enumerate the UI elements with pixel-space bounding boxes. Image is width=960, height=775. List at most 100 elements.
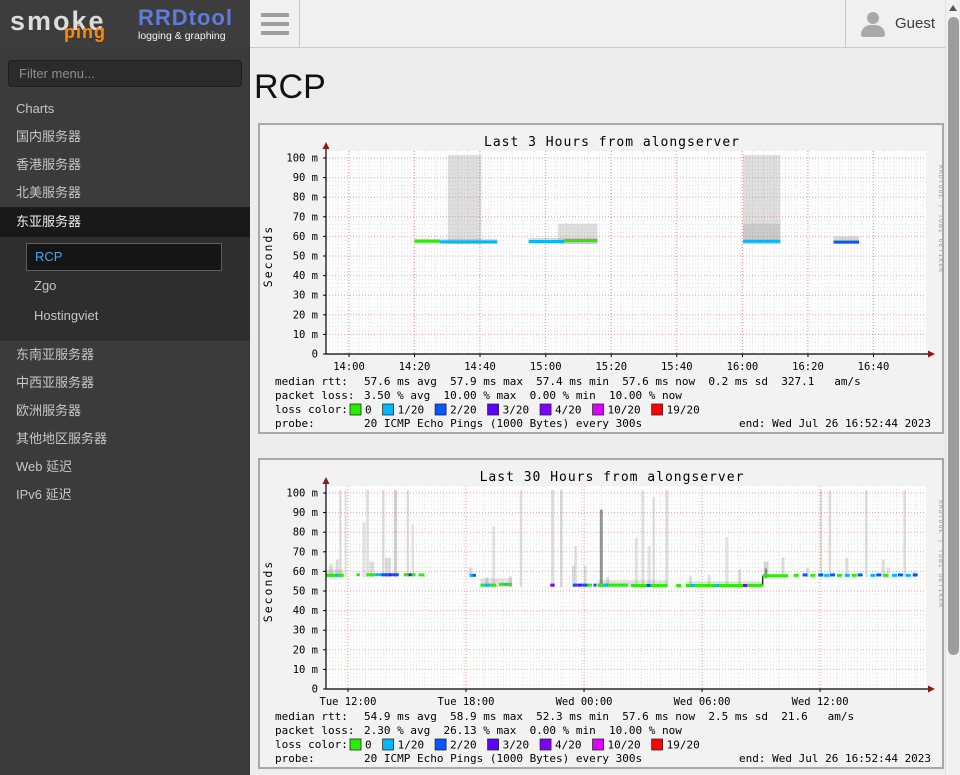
svg-text:probe:: probe: (275, 417, 315, 430)
svg-text:80 m: 80 m (293, 527, 318, 539)
latency-graph-30h[interactable]: 010 m20 m30 m40 m50 m60 m70 m80 m90 m100… (260, 460, 942, 767)
svg-text:4/20: 4/20 (555, 739, 582, 752)
svg-text:57.6 ms avg 57.9 ms max 57.4: 57.6 ms avg 57.9 ms max 57.4 ms min 57.6… (364, 375, 861, 388)
scroll-up-button[interactable] (946, 0, 960, 15)
svg-text:10/20: 10/20 (608, 739, 641, 752)
user-label: Guest (895, 15, 935, 32)
smokeping-logo[interactable]: smoke ping (10, 0, 128, 48)
submenu-item-hostingviet[interactable]: Hostingviet (26, 303, 250, 331)
svg-text:Last 3 Hours from alongserver: Last 3 Hours from alongserver (484, 135, 740, 150)
svg-text:40 m: 40 m (293, 605, 318, 617)
svg-text:probe:: probe: (275, 752, 315, 765)
latency-graph-3h[interactable]: 010 m20 m30 m40 m50 m60 m70 m80 m90 m100… (260, 125, 942, 432)
svg-text:end: Wed Jul 26 16:52:44 2023: end: Wed Jul 26 16:52:44 2023 (739, 417, 931, 430)
svg-text:0: 0 (312, 349, 318, 361)
svg-text:Tue 18:00: Tue 18:00 (438, 696, 495, 708)
sidebar-item-southeast-asia-servers[interactable]: 东南亚服务器 (0, 341, 250, 369)
scrollbar-thumb[interactable] (948, 17, 959, 655)
rrdtool-logo[interactable]: RRDtool logging & graphing (138, 7, 233, 42)
svg-text:14:20: 14:20 (399, 361, 431, 373)
svg-text:50 m: 50 m (293, 586, 318, 598)
sidebar-item-central-west-asia-servers[interactable]: 中西亚服务器 (0, 369, 250, 397)
svg-text:Wed 00:00: Wed 00:00 (556, 696, 613, 708)
svg-text:30 m: 30 m (293, 625, 318, 637)
sidebar-item-ipv6-latency[interactable]: IPv6 延迟 (0, 481, 250, 509)
svg-text:1/20: 1/20 (398, 404, 425, 417)
submenu-item-rcp[interactable]: RCP (26, 243, 222, 271)
svg-text:20 m: 20 m (293, 309, 318, 321)
svg-text:20 ICMP Echo Pings (1000 Bytes: 20 ICMP Echo Pings (1000 Bytes) every 30… (364, 417, 642, 430)
svg-text:15:20: 15:20 (595, 361, 627, 373)
page-title: RCP (254, 68, 945, 107)
svg-text:15:40: 15:40 (661, 361, 693, 373)
top-header: smoke ping RRDtool logging & graphing Gu… (0, 0, 960, 48)
svg-text:end: Wed Jul 26 16:52:44 2023: end: Wed Jul 26 16:52:44 2023 (739, 752, 931, 765)
svg-text:90 m: 90 m (293, 172, 318, 184)
submenu-item-zgo[interactable]: Zgo (26, 273, 250, 301)
svg-text:80 m: 80 m (293, 192, 318, 204)
svg-text:14:40: 14:40 (464, 361, 496, 373)
rrdtool-logo-title: RRDtool (138, 7, 233, 29)
svg-text:1/20: 1/20 (398, 739, 425, 752)
scroll-up-icon (949, 5, 957, 11)
sidebar-item-north-america-servers[interactable]: 北美服务器 (0, 179, 250, 207)
menu-toggle-button[interactable] (250, 0, 300, 48)
svg-text:RRDTOOL / TOBI OETIKER: RRDTOOL / TOBI OETIKER (937, 165, 942, 273)
svg-text:10 m: 10 m (293, 329, 318, 341)
graph-panel-3h[interactable]: 010 m20 m30 m40 m50 m60 m70 m80 m90 m100… (258, 123, 944, 434)
svg-text:50 m: 50 m (293, 251, 318, 263)
svg-text:Last 30 Hours from alongserver: Last 30 Hours from alongserver (480, 470, 745, 485)
svg-text:0: 0 (365, 739, 372, 752)
sidebar-item-domestic-servers[interactable]: 国内服务器 (0, 123, 250, 151)
rrdtool-logo-subtitle: logging & graphing (138, 30, 233, 42)
svg-text:60 m: 60 m (293, 231, 318, 243)
svg-text:3.50 % avg 10.00 % max 0.00: 3.50 % avg 10.00 % max 0.00 % min 10.00 … (364, 389, 682, 402)
svg-text:median rtt:: median rtt: (275, 375, 348, 388)
svg-text:100 m: 100 m (286, 488, 318, 500)
svg-text:loss color:: loss color: (275, 403, 348, 416)
svg-text:40 m: 40 m (293, 270, 318, 282)
svg-text:70 m: 70 m (293, 211, 318, 223)
svg-text:2.30 % avg 26.13 % max 0.00: 2.30 % avg 26.13 % max 0.00 % min 10.00 … (364, 724, 682, 737)
page-scrollbar (945, 0, 960, 775)
sidebar-item-charts[interactable]: Charts (0, 95, 250, 123)
svg-text:Wed 12:00: Wed 12:00 (792, 696, 849, 708)
svg-text:70 m: 70 m (293, 546, 318, 558)
sidebar-item-east-asia-servers[interactable]: 东亚服务器 (0, 207, 250, 237)
svg-text:19/20: 19/20 (667, 739, 700, 752)
svg-text:14:00: 14:00 (333, 361, 365, 373)
sidebar-item-hongkong-servers[interactable]: 香港服务器 (0, 151, 250, 179)
filter-input[interactable] (8, 60, 242, 87)
svg-text:2/20: 2/20 (450, 404, 477, 417)
svg-text:4/20: 4/20 (555, 404, 582, 417)
svg-text:54.9 ms avg 58.9 ms max 52.3: 54.9 ms avg 58.9 ms max 52.3 ms min 57.6… (364, 710, 854, 723)
sidebar-item-web-latency[interactable]: Web 延迟 (0, 453, 250, 481)
sidebar-item-europe-servers[interactable]: 欧洲服务器 (0, 397, 250, 425)
svg-text:100 m: 100 m (286, 153, 318, 165)
header-toolbar: Guest (300, 0, 960, 48)
svg-text:RRDTOOL / TOBI OETIKER: RRDTOOL / TOBI OETIKER (937, 500, 942, 608)
sidebar-item-other-region-servers[interactable]: 其他地区服务器 (0, 425, 250, 453)
svg-text:20 m: 20 m (293, 644, 318, 656)
svg-text:16:00: 16:00 (727, 361, 759, 373)
logo-block: smoke ping RRDtool logging & graphing (0, 0, 250, 48)
svg-text:packet loss:: packet loss: (275, 724, 354, 737)
user-menu[interactable]: Guest (845, 0, 945, 47)
svg-text:16:40: 16:40 (858, 361, 890, 373)
svg-text:2/20: 2/20 (450, 739, 477, 752)
main-content: RCP 0 10 m 20 m 30 m 40 m 50 m 60 m 70 m 80 m 90 … (250, 48, 945, 775)
menu-icon (261, 13, 289, 17)
graph-panel-30h[interactable]: 010 m20 m30 m40 m50 m60 m70 m80 m90 m100… (258, 458, 944, 769)
svg-text:10 m: 10 m (293, 664, 318, 676)
svg-text:0: 0 (365, 404, 372, 417)
svg-text:Seconds: Seconds (261, 560, 275, 622)
svg-text:90 m: 90 m (293, 507, 318, 519)
user-icon (860, 11, 886, 37)
svg-text:15:00: 15:00 (530, 361, 562, 373)
svg-text:0: 0 (312, 684, 318, 696)
svg-text:20 ICMP Echo Pings (1000 Bytes: 20 ICMP Echo Pings (1000 Bytes) every 30… (364, 752, 642, 765)
svg-text:loss color:: loss color: (275, 738, 348, 751)
svg-text:16:20: 16:20 (792, 361, 824, 373)
sidebar: Charts 国内服务器 香港服务器 北美服务器 东亚服务器 RCP Zgo H… (0, 48, 250, 775)
svg-text:median rtt:: median rtt: (275, 710, 348, 723)
